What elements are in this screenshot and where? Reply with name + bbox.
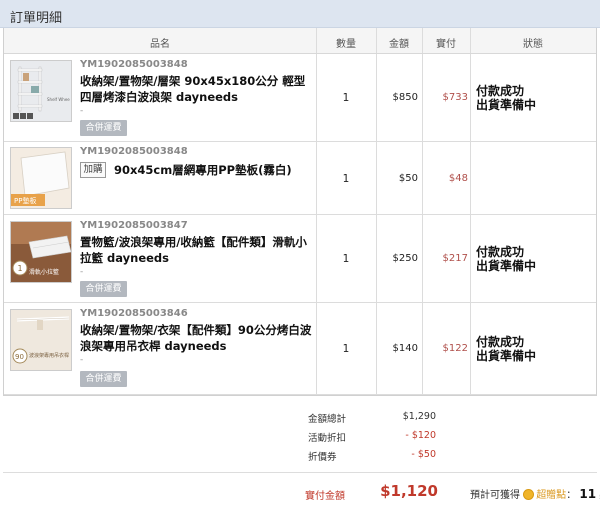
addon-badge: 加購 bbox=[80, 162, 106, 178]
column-header-status: 狀態 bbox=[523, 39, 543, 50]
order-sku: YM1902085003846 bbox=[80, 308, 188, 319]
quantity: 1 bbox=[342, 343, 350, 355]
product-name[interactable]: 收納架/置物架/層架 90x45x180公分 輕型四層烤漆白波浪架 daynee… bbox=[80, 73, 316, 105]
quantity: 1 bbox=[342, 92, 350, 104]
product-name[interactable]: 90x45cm層網專用PP墊板(霧白) bbox=[114, 162, 314, 178]
column-header-name: 品名 bbox=[150, 39, 170, 50]
amount: $140 bbox=[392, 343, 418, 354]
combine-shipping-button[interactable]: 合併運費 bbox=[80, 120, 127, 136]
table-row: 1 滑軌小拉籃 YM1902085003847 置物籃/波浪架專用/收納籃【配件… bbox=[4, 215, 596, 303]
paid-amount: $122 bbox=[442, 343, 468, 354]
paid-amount: $217 bbox=[442, 253, 468, 264]
order-status: 付款成功 出貨準備中 bbox=[476, 245, 536, 273]
amount: $850 bbox=[392, 92, 418, 103]
coupon-label: 折價券 bbox=[308, 452, 337, 463]
spec-placeholder: - bbox=[80, 355, 84, 365]
order-table: 品名 數量 金額 實付 狀態 Shelf Whee YM190208500384… bbox=[3, 28, 597, 396]
page-title: 訂單明細 bbox=[10, 11, 63, 26]
subtotal-label: 金額總計 bbox=[308, 414, 347, 425]
product-thumbnail-hanger-rod[interactable]: 90 波浪架專用吊衣桿 bbox=[10, 309, 72, 371]
coin-icon bbox=[523, 489, 535, 500]
coupon-value: - $50 bbox=[411, 449, 436, 460]
combine-shipping-button[interactable]: 合併運費 bbox=[80, 371, 127, 387]
order-sku: YM1902085003847 bbox=[80, 220, 188, 231]
summary-divider bbox=[3, 472, 597, 473]
order-sku: YM1902085003848 bbox=[80, 59, 188, 70]
column-header-qty: 數量 bbox=[336, 39, 356, 50]
product-thumbnail-pp-board[interactable]: PP墊板 bbox=[10, 147, 72, 209]
product-name[interactable]: 收納架/置物架/衣架【配件類】90公分烤白波浪架專用吊衣桿 dayneeds bbox=[80, 322, 316, 354]
order-details-header: 訂單明細 bbox=[0, 0, 600, 28]
discount-value: - $120 bbox=[405, 430, 436, 441]
quantity: 1 bbox=[342, 173, 350, 185]
quantity: 1 bbox=[342, 253, 350, 265]
svg-text:Shelf Whee: Shelf Whee bbox=[47, 97, 70, 102]
product-name[interactable]: 置物籃/波浪架專用/收納籃【配件類】滑軌小拉籃 dayneeds bbox=[80, 234, 316, 266]
total-value: $1,120 bbox=[380, 482, 438, 500]
status-payment: 付款成功 bbox=[476, 84, 525, 98]
points-separator: ： bbox=[566, 490, 577, 501]
amount: $50 bbox=[398, 173, 418, 184]
status-shipping: 出貨準備中 bbox=[476, 259, 537, 273]
paid-amount: $733 bbox=[442, 92, 468, 103]
status-payment: 付款成功 bbox=[476, 335, 525, 349]
table-row: PP墊板 YM1902085003848 加購 90x45cm層網專用PP墊板(… bbox=[4, 142, 596, 215]
svg-text:波浪架專用吊衣桿: 波浪架專用吊衣桿 bbox=[29, 352, 69, 359]
order-sku: YM1902085003848 bbox=[80, 146, 188, 157]
spec-placeholder: - bbox=[80, 106, 84, 116]
points-prefix: 預計可獲得 bbox=[470, 490, 520, 501]
table-row: Shelf Whee YM1902085003848 收納架/置物架/層架 90… bbox=[4, 54, 596, 142]
table-row: 90 波浪架專用吊衣桿 YM1902085003846 收納架/置物架/衣架【配… bbox=[4, 303, 596, 395]
product-thumbnail-basket[interactable]: 1 滑軌小拉籃 bbox=[10, 221, 72, 283]
discount-label: 活動折扣 bbox=[308, 433, 347, 444]
order-status: 付款成功 出貨準備中 bbox=[476, 84, 536, 112]
status-payment: 付款成功 bbox=[476, 245, 525, 259]
reward-points: 預計可獲得 超贈點： 11 點 bbox=[470, 486, 600, 501]
column-header-paid: 實付 bbox=[436, 39, 456, 50]
svg-text:PP墊板: PP墊板 bbox=[14, 196, 36, 205]
subtotal-value: $1,290 bbox=[402, 411, 436, 422]
order-status: 付款成功 出貨準備中 bbox=[476, 335, 536, 363]
points-name[interactable]: 超贈點 bbox=[536, 490, 566, 501]
total-label: 實付金額 bbox=[305, 491, 345, 502]
column-header-amount: 金額 bbox=[389, 39, 409, 50]
combine-shipping-button[interactable]: 合併運費 bbox=[80, 281, 127, 297]
paid-amount: $48 bbox=[448, 173, 468, 184]
svg-text:1: 1 bbox=[18, 264, 23, 273]
status-shipping: 出貨準備中 bbox=[476, 98, 537, 112]
svg-text:滑軌小拉籃: 滑軌小拉籃 bbox=[29, 268, 59, 276]
status-shipping: 出貨準備中 bbox=[476, 349, 537, 363]
product-thumbnail-shelf[interactable]: Shelf Whee bbox=[10, 60, 72, 122]
amount: $250 bbox=[392, 253, 418, 264]
spec-placeholder: - bbox=[80, 267, 84, 277]
table-header: 品名 數量 金額 實付 狀態 bbox=[4, 28, 596, 54]
svg-text:90: 90 bbox=[15, 353, 24, 361]
points-value: 11 bbox=[579, 487, 597, 501]
